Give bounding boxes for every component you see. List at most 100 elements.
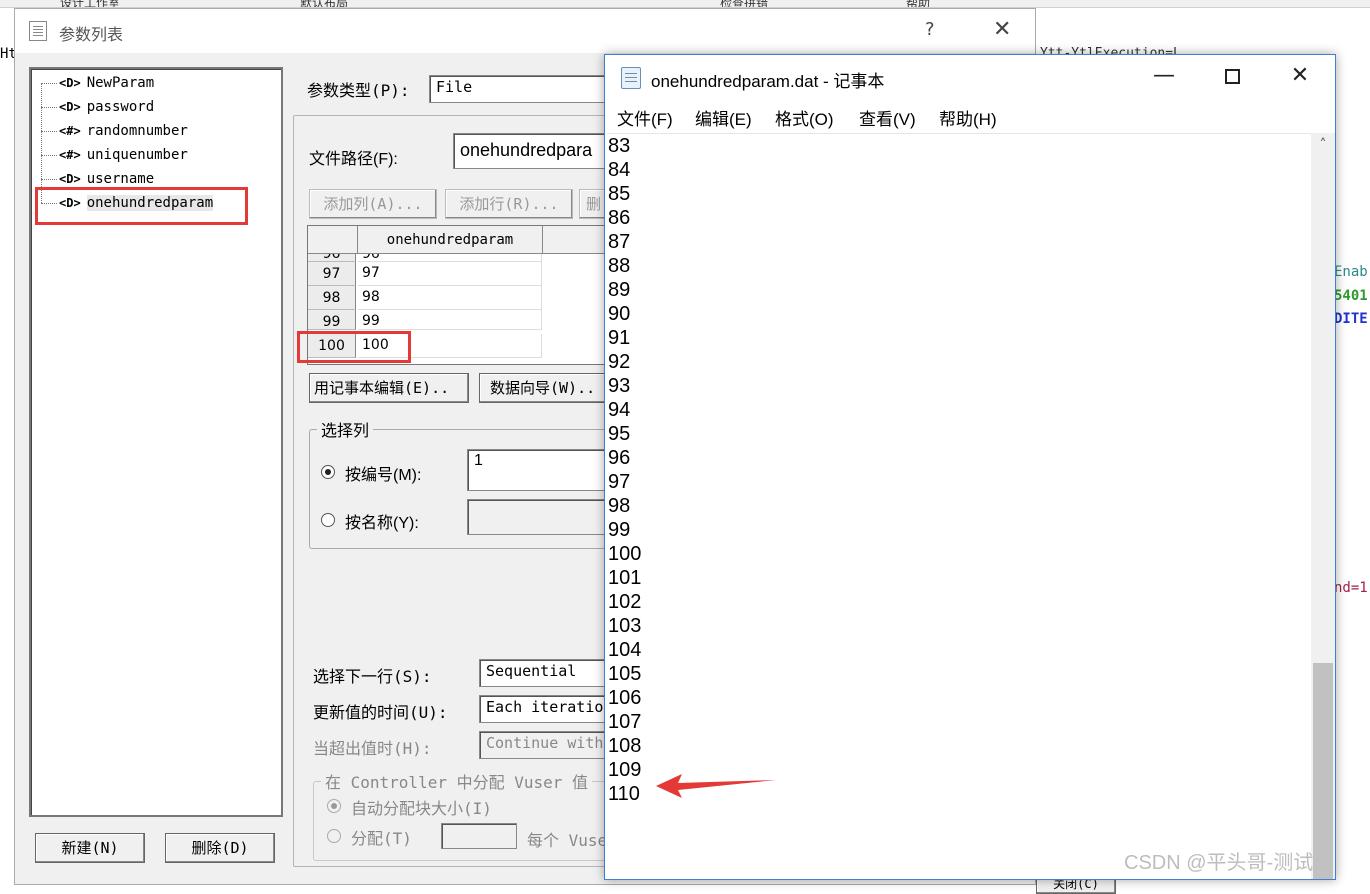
background-toolbar: 设计工作室 默认布局 检查拼错 帮助 — [0, 0, 1370, 8]
data-param-icon: <D> — [59, 100, 81, 114]
tree-item-label: NewParam — [86, 75, 155, 91]
per-vuser-label: 每个 Vuse — [527, 831, 608, 850]
data-param-icon: <D> — [59, 172, 81, 186]
allocate-radio[interactable] — [327, 829, 341, 843]
text-line: 108 — [608, 735, 642, 757]
text-line: 105 — [608, 663, 642, 685]
maximize-icon[interactable] — [1209, 65, 1255, 90]
text-line: 91 — [608, 327, 631, 349]
grid-row-number[interactable]: 99 — [308, 310, 356, 330]
menu-format[interactable]: 格式(O) — [775, 105, 834, 130]
text-line: 100 — [608, 543, 642, 565]
grid-cell[interactable]: 96 — [358, 254, 542, 262]
auto-allocate-label: 自动分配块大小(I) — [351, 799, 492, 818]
by-number-radio[interactable] — [321, 465, 335, 479]
text-line: 101 — [608, 567, 642, 589]
bg-toolbar-item[interactable]: 设计工作室 — [60, 0, 120, 7]
grid-row-number[interactable]: 96 — [308, 254, 356, 262]
text-line: 90 — [608, 303, 631, 325]
param-type-select[interactable]: File — [429, 75, 629, 103]
menu-edit[interactable]: 编辑(E) — [695, 105, 752, 130]
controller-allocation-title: 在 Controller 中分配 Vuser 值 — [321, 769, 593, 793]
menu-file[interactable]: 文件(F) — [617, 105, 673, 130]
tree-item-newparam[interactable]: <D> NewParam — [41, 75, 154, 95]
tree-item-password[interactable]: <D> password — [41, 99, 154, 119]
bg-code-fragment: DITE — [1334, 311, 1368, 327]
text-line: 103 — [608, 615, 642, 637]
menu-help[interactable]: 帮助(H) — [939, 105, 997, 130]
dialog-titlebar: 参数列表 ? ✕ — [15, 9, 1035, 53]
number-param-icon: <#> — [59, 124, 81, 138]
grid-corner — [308, 226, 358, 254]
parameter-tree: <D> NewParam <D> password <#> randomnumber … — [29, 67, 283, 817]
scrollbar-thumb[interactable] — [1313, 663, 1333, 879]
text-line: 98 — [608, 495, 631, 517]
edit-with-notepad-button[interactable]: 用记事本编辑(E).. — [309, 373, 469, 403]
text-line: 87 — [608, 231, 631, 253]
text-line: 88 — [608, 255, 631, 277]
notepad-window: onehundredparam.dat - 记事本 — ✕ 文件(F) 编辑(E… — [604, 54, 1336, 880]
data-param-icon: <D> — [59, 76, 81, 90]
vertical-scrollbar[interactable]: ˄ — [1311, 133, 1335, 879]
notepad-icon — [621, 67, 641, 89]
text-line: 83 — [608, 135, 631, 157]
tree-item-label: username — [86, 171, 155, 187]
bg-toolbar-item[interactable]: 帮助 — [906, 0, 930, 7]
menu-view[interactable]: 查看(V) — [859, 105, 916, 130]
tree-item-label: password — [86, 99, 155, 115]
bg-code-fragment: 5401 — [1334, 288, 1368, 304]
text-line: 97 — [608, 471, 631, 493]
grid-cell[interactable]: 97 — [358, 262, 542, 286]
tree-connector — [41, 178, 57, 180]
text-line: 107 — [608, 711, 642, 733]
text-line: 85 — [608, 183, 631, 205]
delete-parameter-button[interactable]: 删除(D) — [165, 833, 275, 863]
dialog-title: 参数列表 — [59, 27, 124, 44]
by-name-radio[interactable] — [321, 513, 335, 527]
select-column-title: 选择列 — [317, 417, 374, 441]
bg-toolbar-item[interactable]: 检查拼错 — [720, 0, 768, 7]
allocate-label: 分配(T) — [351, 829, 412, 848]
bg-code-fragment: nd=1 — [1334, 580, 1368, 596]
add-row-button[interactable]: 添加行(R)... — [445, 189, 573, 219]
text-line: 89 — [608, 279, 631, 301]
number-param-icon: <#> — [59, 148, 81, 162]
add-column-button[interactable]: 添加列(A)... — [309, 189, 437, 219]
minimize-icon[interactable]: — — [1141, 63, 1187, 88]
grid-row-number[interactable]: 98 — [308, 286, 356, 310]
annotation-highlight-box — [35, 187, 248, 225]
annotation-highlight-box — [297, 331, 411, 363]
tree-item-randomnumber[interactable]: <#> randomnumber — [41, 123, 188, 143]
notepad-titlebar: onehundredparam.dat - 记事本 — ✕ — [605, 55, 1335, 99]
by-number-label: 按编号(M): — [345, 467, 422, 484]
auto-allocate-radio[interactable] — [327, 799, 341, 813]
text-line: 110 — [608, 783, 640, 805]
by-name-label: 按名称(Y): — [345, 515, 419, 532]
bg-toolbar-item[interactable]: 默认布局 — [300, 0, 348, 7]
text-line: 109 — [608, 759, 642, 781]
watermark: CSDN @平头哥-测试 — [1124, 852, 1314, 874]
allocate-input[interactable] — [441, 823, 517, 849]
text-line: 104 — [608, 639, 642, 661]
text-line: 106 — [608, 687, 642, 709]
notepad-text-area[interactable]: 83 84 85 86 87 88 89 90 91 92 93 94 95 9… — [607, 133, 1311, 877]
grid-cell[interactable]: 99 — [358, 310, 542, 330]
grid-row-number[interactable]: 97 — [308, 262, 356, 286]
param-type-label: 参数类型(P): — [307, 81, 410, 100]
grid-column-header[interactable]: onehundredparam — [358, 226, 543, 254]
close-icon[interactable]: ✕ — [1277, 63, 1323, 88]
new-parameter-button[interactable]: 新建(N) — [35, 833, 145, 863]
help-button[interactable]: ? — [925, 19, 935, 40]
tree-connector — [41, 154, 57, 156]
grid-cell[interactable]: 98 — [358, 286, 542, 310]
next-row-label: 选择下一行(S): — [313, 667, 432, 686]
document-icon — [29, 21, 47, 41]
tree-connector — [41, 130, 57, 132]
text-line: 99 — [608, 519, 631, 541]
notepad-title: onehundredparam.dat - 记事本 — [651, 72, 885, 91]
scroll-up-icon[interactable]: ˄ — [1311, 137, 1335, 153]
bg-code-fragment: Enab — [1334, 264, 1368, 280]
tree-item-uniquenumber[interactable]: <#> uniquenumber — [41, 147, 188, 167]
text-line: 86 — [608, 207, 631, 229]
close-button[interactable]: ✕ — [993, 17, 1011, 42]
